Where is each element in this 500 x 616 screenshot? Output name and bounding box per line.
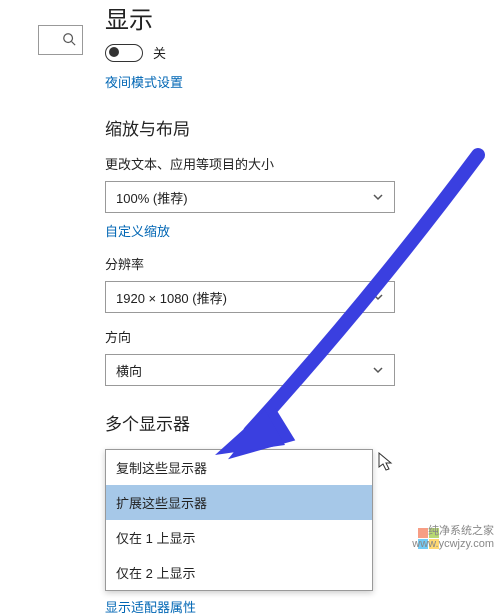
- main-content: 显示 关 夜间模式设置 缩放与布局 更改文本、应用等项目的大小 100% (推荐…: [105, 0, 485, 616]
- night-light-toggle[interactable]: [105, 44, 143, 62]
- search-input[interactable]: [38, 25, 83, 55]
- watermark-line1: 纯净系统之家: [412, 525, 494, 538]
- night-light-toggle-row: 关: [105, 43, 485, 62]
- resolution-select[interactable]: 1920 × 1080 (推荐): [105, 281, 395, 313]
- chevron-down-icon: [372, 291, 384, 303]
- text-size-select[interactable]: 100% (推荐): [105, 181, 395, 213]
- watermark-text: 纯净系统之家 www.ycwjzy.com: [412, 525, 494, 551]
- toggle-state-label: 关: [153, 43, 166, 62]
- left-sidebar-fragment: [0, 0, 95, 555]
- multiple-displays-heading: 多个显示器: [105, 410, 485, 435]
- orientation-label: 方向: [105, 327, 485, 346]
- text-size-value: 100% (推荐): [116, 188, 188, 207]
- dropdown-option-duplicate[interactable]: 复制这些显示器: [106, 450, 372, 485]
- orientation-select[interactable]: 横向: [105, 354, 395, 386]
- search-icon: [62, 32, 76, 49]
- orientation-value: 横向: [116, 361, 142, 380]
- toggle-knob: [109, 47, 119, 57]
- night-mode-settings-link[interactable]: 夜间模式设置: [105, 72, 183, 91]
- text-size-label: 更改文本、应用等项目的大小: [105, 154, 485, 173]
- dropdown-option-only-1[interactable]: 仅在 1 上显示: [106, 520, 372, 555]
- resolution-label: 分辨率: [105, 254, 485, 273]
- resolution-value: 1920 × 1080 (推荐): [116, 288, 227, 307]
- dropdown-option-only-2[interactable]: 仅在 2 上显示: [106, 555, 372, 590]
- display-adapter-properties-link[interactable]: 显示适配器属性: [105, 597, 196, 616]
- chevron-down-icon: [372, 191, 384, 203]
- page-title: 显示: [105, 0, 485, 35]
- watermark-line2: www.ycwjzy.com: [412, 538, 494, 551]
- custom-scaling-link[interactable]: 自定义缩放: [105, 221, 170, 240]
- chevron-down-icon: [372, 364, 384, 376]
- dropdown-option-extend[interactable]: 扩展这些显示器: [106, 485, 372, 520]
- multiple-displays-dropdown[interactable]: 复制这些显示器 扩展这些显示器 仅在 1 上显示 仅在 2 上显示: [105, 449, 373, 591]
- scale-layout-heading: 缩放与布局: [105, 115, 485, 140]
